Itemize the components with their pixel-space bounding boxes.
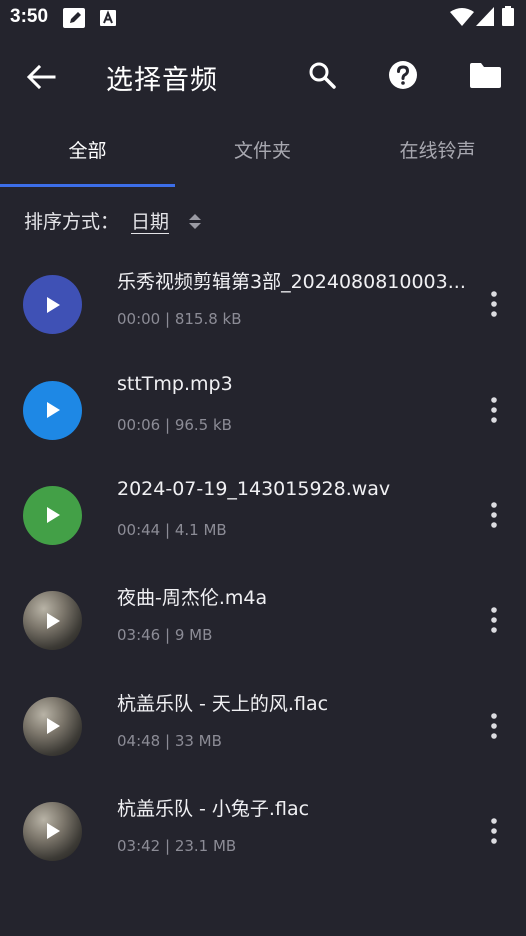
play-button[interactable] <box>23 485 82 545</box>
item-meta: 00:06 | 96.5 kB <box>117 415 232 434</box>
item-meta: 03:46 | 9 MB <box>117 626 213 645</box>
play-icon <box>46 296 60 313</box>
sort-label: 排序方式： <box>24 211 120 233</box>
play-icon <box>46 718 60 734</box>
item-meta: 03:42 | 23.1 MB <box>117 836 237 855</box>
battery-icon <box>502 6 514 26</box>
edit-notification-icon <box>63 8 85 28</box>
arrow-left-icon[interactable] <box>24 62 58 92</box>
list-item[interactable]: 乐秀视频剪辑第3部_2024080810003... 00:00 | 815.8 … <box>0 252 526 357</box>
tab-folder[interactable]: 文件夹 <box>175 118 350 184</box>
audio-list[interactable]: 00:50 | 789.1 kB乐秀视频剪辑第3部_2024080810003.… <box>0 244 526 936</box>
play-icon <box>46 507 60 524</box>
more-options-icon[interactable] <box>485 606 503 634</box>
app-bar: 选择音频 <box>0 36 526 118</box>
search-icon[interactable] <box>307 60 337 90</box>
signal-icon <box>476 7 494 26</box>
list-item[interactable]: 00:50 | 789.1 kB <box>0 244 526 252</box>
status-bar: 3:50 <box>0 0 526 36</box>
more-options-icon[interactable] <box>485 817 503 845</box>
item-meta: 00:00 | 815.8 kB <box>117 310 242 329</box>
list-item[interactable]: sttTmp.mp3 00:06 | 96.5 kB <box>0 358 526 463</box>
item-meta: 04:48 | 33 MB <box>117 731 222 750</box>
help-icon[interactable] <box>388 60 418 90</box>
item-name: 乐秀视频剪辑第3部_2024080810003... <box>117 271 466 294</box>
more-options-icon[interactable] <box>485 712 503 740</box>
play-button[interactable] <box>23 380 82 440</box>
folder-icon[interactable] <box>470 63 501 88</box>
font-notification-icon <box>100 10 116 26</box>
item-meta: 00:44 | 4.1 MB <box>117 520 227 539</box>
play-button[interactable] <box>23 801 82 861</box>
list-item[interactable]: 夜曲-周杰伦.m4a 03:46 | 9 MB <box>0 568 526 673</box>
status-time: 3:50 <box>10 6 49 27</box>
list-item[interactable]: 杭盖乐队 - 小兔子.flac 03:42 | 23.1 MB <box>0 779 526 884</box>
more-options-icon[interactable] <box>485 396 503 424</box>
play-icon <box>46 402 60 419</box>
tab-bar: 全部 文件夹 在线铃声 <box>0 118 526 188</box>
item-name: 夜曲-周杰伦.m4a <box>117 587 268 610</box>
more-options-icon[interactable] <box>485 501 503 529</box>
item-name: sttTmp.mp3 <box>117 372 233 395</box>
sort-arrows-icon[interactable] <box>187 212 203 232</box>
item-name: 杭盖乐队 - 天上的风.flac <box>117 692 329 715</box>
list-item[interactable]: 2024-07-19_143015928.wav 00:44 | 4.1 MB <box>0 463 526 568</box>
item-name: 2024-07-19_143015928.wav <box>117 477 391 500</box>
page-title: 选择音频 <box>106 65 218 96</box>
tab-all[interactable]: 全部 <box>0 118 175 184</box>
sort-value[interactable]: 日期 <box>131 207 169 234</box>
play-icon <box>46 612 60 629</box>
play-button[interactable] <box>23 275 82 335</box>
tab-indicator <box>0 184 175 187</box>
play-button[interactable] <box>23 591 82 651</box>
item-name: 杭盖乐队 - 小兔子.flac <box>117 797 310 820</box>
tab-online-ringtone[interactable]: 在线铃声 <box>350 118 525 184</box>
list-item[interactable]: 杭盖乐队 - 天上的风.flac 04:48 | 33 MB <box>0 674 526 779</box>
play-button[interactable] <box>23 696 82 756</box>
sort-row: 排序方式： 日期 <box>0 196 526 244</box>
play-icon <box>46 823 60 840</box>
wifi-icon <box>450 8 474 26</box>
more-options-icon[interactable] <box>485 290 503 318</box>
